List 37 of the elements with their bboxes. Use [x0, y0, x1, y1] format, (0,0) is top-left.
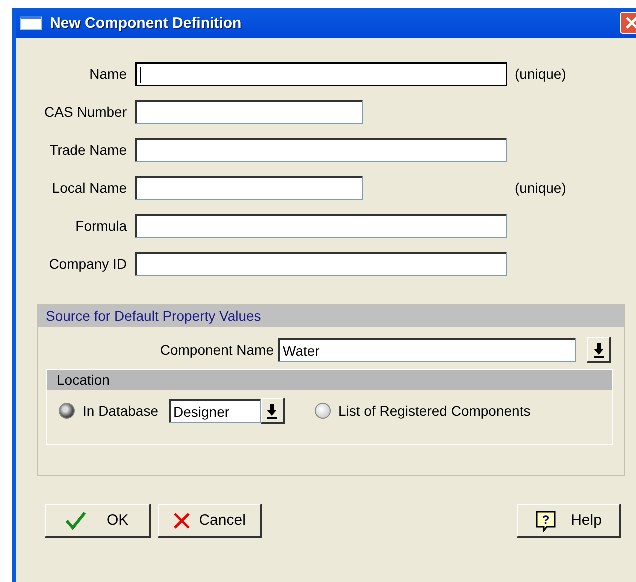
ok-button[interactable]: OK: [45, 504, 151, 538]
field-label: Name: [88, 66, 128, 82]
down-arrow-icon: [592, 342, 604, 358]
down-arrow-icon: [266, 402, 278, 418]
input-field[interactable]: [135, 62, 507, 86]
checkmark-icon: [66, 512, 86, 530]
text-caret: [140, 66, 141, 82]
radio-button[interactable]: [59, 403, 75, 419]
group-title: Location: [47, 370, 612, 390]
input-field[interactable]: [135, 138, 507, 162]
group-title: Source for Default Property Values: [38, 305, 624, 327]
window-icon: [20, 16, 42, 30]
dropdown-button[interactable]: [260, 398, 284, 424]
cancel-button[interactable]: Cancel: [158, 504, 262, 538]
help-button[interactable]: ? Help: [517, 504, 621, 538]
help-icon: ?: [535, 510, 558, 532]
dropdown-field[interactable]: Designer: [168, 399, 260, 423]
input-field[interactable]: [135, 100, 363, 124]
cross-icon: [173, 512, 192, 528]
field-label: Local Name: [51, 180, 128, 196]
dropdown-button[interactable]: [587, 337, 611, 363]
radio-label[interactable]: List of Registered Components: [338, 403, 531, 419]
field-label: Component Name: [159, 342, 275, 358]
radio-label[interactable]: In Database: [83, 403, 158, 419]
close-icon: [625, 16, 636, 30]
field-label: Trade Name: [48, 142, 128, 158]
input-field[interactable]: Water: [278, 338, 576, 362]
field-label: Company ID: [48, 256, 128, 272]
unique-note: (unique): [515, 66, 568, 82]
input-field[interactable]: [135, 214, 507, 238]
radio-button[interactable]: [314, 403, 330, 419]
field-label: CAS Number: [44, 104, 128, 120]
input-field[interactable]: [135, 252, 507, 276]
field-label: Formula: [74, 218, 128, 234]
unique-note: (unique): [515, 180, 568, 196]
input-field[interactable]: [135, 176, 363, 200]
window-title: New Component Definition: [50, 14, 243, 32]
